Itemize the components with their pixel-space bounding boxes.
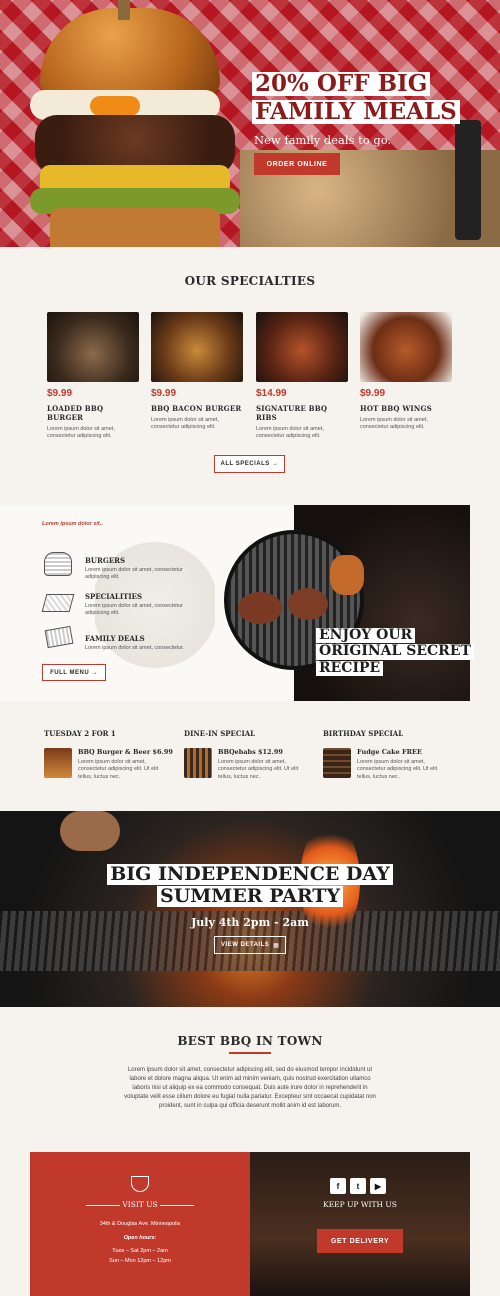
daily-special-desc: Lorem ipsum dolor sit amet, consectetur … [357,759,438,780]
hours-label: Open hours: [123,1235,157,1241]
menu-item-desc: Lorem ipsum dolor sit amet, consectetur … [85,567,183,581]
best-bbq-body: Lorem ipsum dolor sit amet, consectetur … [124,1067,376,1109]
party-date: July 4th 2pm - 2am [191,916,309,929]
daily-special: TUESDAY 2 FOR 1 BBQ Burger & Beer $6.99 … [44,729,184,781]
hours-line: Tues – Sat 2pm – 2am [112,1248,168,1254]
cake-thumb [323,748,351,778]
specialty-name: BBQ BACON BURGER [151,404,242,413]
ribs-image [256,312,348,382]
facebook-icon[interactable]: f [330,1178,346,1194]
daily-special-heading: DINE-IN SPECIAL [184,729,256,738]
view-details-button[interactable]: VIEW DETAILS ▦ [214,936,286,954]
skewer-image [118,0,130,20]
specialty-card[interactable]: $9.99 LOADED BBQ BURGER Lorem ipsum dolo… [47,312,139,441]
visit-heading: VISIT US [122,1200,158,1209]
hero-subtitle: New family deals to go. [254,133,392,147]
bun-image [50,208,220,247]
specialty-card[interactable]: $9.99 HOT BBQ WINGS Lorem ipsum dolor si… [360,312,452,432]
keep-up-heading: KEEP UP WITH US [323,1200,397,1209]
specialty-name: SIGNATURE BBQ RIBS [256,404,328,422]
party-banner: BIG INDEPENDENCE DAY SUMMER PARTY July 4… [0,811,500,1007]
burger-icon [44,552,72,576]
daily-special: DINE-IN SPECIAL BBQebabs $12.99 Lorem ip… [184,729,324,781]
youtube-icon[interactable]: ▶ [370,1178,386,1194]
steak-image [238,592,282,624]
daily-special-item: Fudge Cake FREE [357,748,422,756]
menu-item-title: SPECIALITIES [85,592,143,601]
specialty-desc: Lorem ipsum dolor sit amet, consectetur … [360,417,428,431]
all-specials-button[interactable]: ALL SPECIALS → [214,455,285,473]
order-online-button[interactable]: ORDER ONLINE [254,153,340,175]
pizza-slice-icon [41,594,75,612]
specialty-price: $9.99 [151,388,177,399]
social-panel: f t ▶ KEEP UP WITH US GET DELIVERY [250,1152,470,1296]
visit-panel: VISIT US 34th & Douglas Ave. Minneapolis… [30,1152,250,1296]
recipe-headline: ENJOY OUR ORIGINAL SECRET RECIPE [316,627,474,677]
wings-image [360,312,452,382]
specialty-name: HOT BBQ WINGS [360,404,432,413]
social-icons: f t ▶ [330,1178,386,1194]
party-line1: BIG INDEPENDENCE DAY [107,864,393,885]
daily-special-item: BBQ Burger & Beer $6.99 [78,748,173,756]
burger-image [40,8,220,98]
party-line2: SUMMER PARTY [156,886,344,907]
specialties-heading: OUR SPECIALTIES [184,274,316,288]
hours-line: Sun – Mon 12pm – 12pm [109,1258,171,1264]
hero-headline: 20% OFF BIG FAMILY MEALS [252,70,460,125]
menu-item-desc: Lorem ipsum dolor sit amet, consectetur. [85,645,185,651]
twitter-icon[interactable]: t [350,1178,366,1194]
hero-headline-line2: FAMILY MEALS [252,99,460,125]
specialty-card[interactable]: $14.99 SIGNATURE BBQ RIBS Lorem ipsum do… [256,312,348,441]
recipe-line2: ORIGINAL SECRET [316,643,474,660]
full-menu-button[interactable]: FULL MENU → [42,664,106,681]
steak-image [288,588,328,620]
recipe-line3: RECIPE [316,660,384,677]
daily-special: BIRTHDAY SPECIAL Fudge Cake FREE Lorem i… [323,729,463,781]
fork-image [455,120,481,240]
yolk-image [90,96,140,116]
specialty-card[interactable]: $9.99 BBQ BACON BURGER Lorem ipsum dolor… [151,312,243,432]
specialty-desc: Lorem ipsum dolor sit amet, consectetur … [256,426,324,440]
heading-underline [229,1052,271,1054]
menu-kicker: Lorem ipsum dolor sit.. [42,521,103,527]
party-headline: BIG INDEPENDENCE DAY SUMMER PARTY [0,863,500,907]
get-delivery-button[interactable]: GET DELIVERY [317,1229,403,1253]
hand-image [60,811,120,851]
bacon-burger-image [151,312,243,382]
specialty-price: $14.99 [256,388,287,399]
hero-headline-line1: 20% OFF BIG [252,71,431,97]
calendar-icon: ▦ [273,942,279,949]
specialty-desc: Lorem ipsum dolor sit amet, consectetur … [151,417,219,431]
daily-special-desc: Lorem ipsum dolor sit amet, consectetur … [218,759,299,780]
daily-special-heading: BIRTHDAY SPECIAL [323,729,404,738]
divider-line [160,1205,194,1206]
menu-item-title: BURGERS [85,556,126,565]
chicken-image [330,555,364,595]
kebab-thumb [184,748,212,778]
menu-item-desc: Lorem ipsum dolor sit amet, consectetur … [85,603,183,617]
best-bbq-heading: BEST BBQ IN TOWN [177,1034,323,1048]
view-details-label: VIEW DETAILS [221,942,270,948]
daily-special-heading: TUESDAY 2 FOR 1 [44,729,116,738]
burger-beer-thumb [44,748,72,778]
daily-special-desc: Lorem ipsum dolor sit amet, consectetur … [78,759,159,780]
daily-special-item: BBQebabs $12.99 [218,748,283,756]
visit-address: 34th & Douglas Ave. Minneapolis [99,1221,181,1227]
specialty-price: $9.99 [47,388,73,399]
specialty-price: $9.99 [360,388,386,399]
menu-item-title: FAMILY DEALS [85,634,145,643]
specialty-desc: Lorem ipsum dolor sit amet, consectetur … [47,426,115,440]
bull-logo-icon [131,1176,149,1192]
specialty-name: LOADED BBQ BURGER [47,404,104,422]
loaded-burger-image [47,312,139,382]
recipe-line1: ENJOY OUR [316,627,416,644]
hero-banner: 20% OFF BIG FAMILY MEALS New family deal… [0,0,500,247]
